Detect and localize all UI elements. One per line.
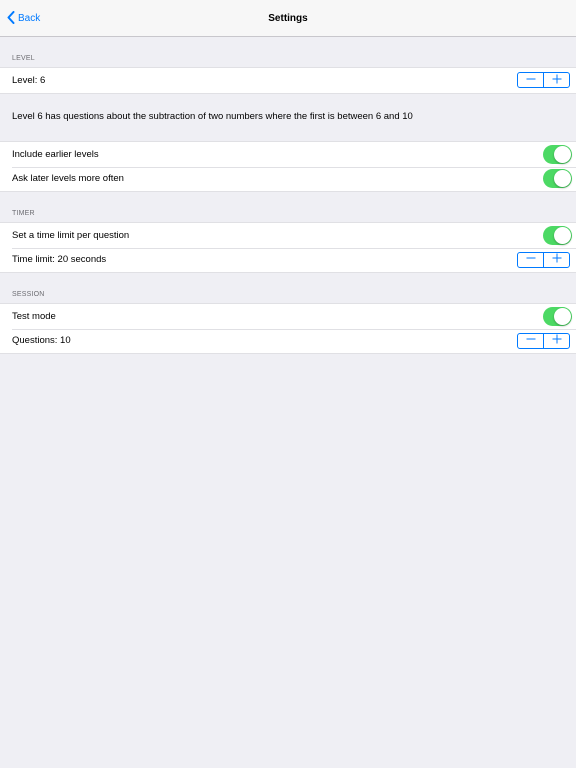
time-limit-toggle-row: Set a time limit per question — [0, 223, 576, 248]
toggle-knob — [554, 170, 571, 187]
include-earlier-label: Include earlier levels — [12, 148, 99, 160]
include-earlier-toggle[interactable] — [543, 144, 572, 164]
time-limit-toggle-label: Set a time limit per question — [12, 229, 130, 241]
section-header-timer: TIMER — [12, 210, 35, 217]
minus-icon — [526, 253, 536, 266]
toggle-knob — [554, 307, 571, 325]
time-limit-toggle[interactable] — [543, 225, 572, 245]
toggle-knob — [554, 145, 571, 163]
ask-later-label: Ask later levels more often — [12, 173, 124, 185]
level-label: Level: 6 — [12, 74, 46, 86]
timer-group: Set a time limit per question Time limit… — [0, 222, 576, 273]
level-stepper — [517, 72, 570, 88]
questions-row: Questions: 10 — [0, 328, 576, 354]
navigation-bar: Back Settings — [0, 0, 576, 37]
test-mode-row: Test mode — [0, 304, 576, 329]
minus-icon — [526, 334, 536, 347]
questions-increment-button[interactable] — [543, 333, 569, 348]
ask-later-row: Ask later levels more often — [0, 166, 576, 192]
level-increment-button[interactable] — [543, 73, 569, 87]
level-decrement-button[interactable] — [518, 73, 543, 87]
level-row: Level: 6 — [0, 68, 576, 93]
time-limit-decrement-button[interactable] — [518, 253, 543, 267]
questions-stepper — [517, 332, 570, 349]
include-earlier-row: Include earlier levels — [0, 142, 576, 167]
test-mode-toggle[interactable] — [543, 306, 572, 326]
time-limit-stepper — [517, 251, 570, 268]
level-group: Level: 6 — [0, 67, 576, 94]
section-header-session: SESSION — [12, 291, 45, 298]
plus-icon — [552, 74, 562, 87]
section-header-level: LEVEL — [12, 55, 35, 62]
plus-icon — [552, 334, 562, 347]
level-description: Level 6 has questions about the subtract… — [12, 111, 413, 122]
session-group: Test mode Questions: 10 — [0, 303, 576, 354]
page-title: Settings — [268, 13, 308, 24]
level-options-group: Include earlier levels Ask later levels … — [0, 141, 576, 192]
questions-label: Questions: 10 — [12, 335, 71, 347]
questions-decrement-button[interactable] — [518, 334, 543, 348]
toggle-knob — [554, 226, 571, 244]
test-mode-label: Test mode — [12, 310, 56, 322]
time-limit-row: Time limit: 20 seconds — [0, 247, 576, 273]
time-limit-label: Time limit: 20 seconds — [12, 254, 107, 266]
ask-later-toggle[interactable] — [543, 169, 572, 188]
minus-icon — [526, 74, 536, 87]
time-limit-increment-button[interactable] — [543, 252, 569, 267]
plus-icon — [552, 253, 562, 266]
